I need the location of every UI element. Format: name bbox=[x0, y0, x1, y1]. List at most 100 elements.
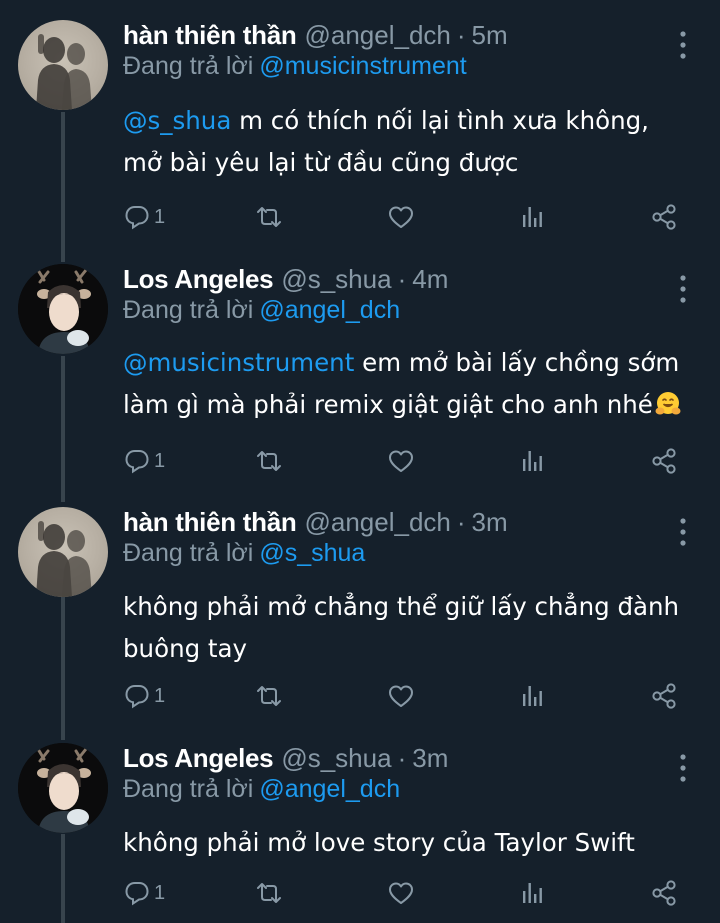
replying-to-label: Đang trả lời bbox=[123, 296, 254, 324]
tweet-text-line: không phải mở chẳng thể giữ lấy chẳng đà… bbox=[123, 592, 680, 621]
tweet-text-line: m có thích nối lại tình xưa không, bbox=[231, 106, 649, 135]
hugging-face-emoji-icon bbox=[655, 392, 681, 415]
tweet-text-line: mở bài yêu lại từ đầu cũng được bbox=[123, 148, 519, 177]
thread-line bbox=[61, 597, 65, 740]
action-bar: 1 bbox=[0, 676, 720, 716]
more-options-icon[interactable] bbox=[674, 274, 692, 304]
reply-button[interactable]: 1 bbox=[124, 676, 165, 716]
analytics-icon bbox=[523, 207, 542, 227]
retweet-button[interactable] bbox=[255, 676, 283, 716]
replying-to-link[interactable]: @musicinstrument bbox=[259, 52, 466, 80]
like-button[interactable] bbox=[387, 873, 415, 913]
tweet-text-line: làm gì mà phải remix giật giật cho anh n… bbox=[123, 390, 653, 419]
avatar[interactable] bbox=[18, 264, 108, 354]
share-button[interactable] bbox=[650, 676, 678, 716]
replying-to: Đang trả lời @musicinstrument bbox=[123, 52, 467, 81]
retweet-button[interactable] bbox=[255, 197, 283, 237]
display-name[interactable]: Los Angeles bbox=[123, 743, 274, 774]
timestamp[interactable]: 5m bbox=[472, 20, 508, 51]
tweet-text-line: em mở bài lấy chồng sớm bbox=[354, 348, 680, 377]
analytics-button[interactable] bbox=[519, 197, 545, 237]
replying-to-label: Đang trả lời bbox=[123, 539, 254, 567]
action-bar: 1 bbox=[0, 197, 720, 237]
avatar[interactable] bbox=[18, 743, 108, 833]
analytics-icon bbox=[523, 883, 542, 903]
reply-icon bbox=[125, 206, 149, 230]
separator: · bbox=[397, 743, 407, 773]
replying-to-link[interactable]: @angel_dch bbox=[259, 775, 400, 803]
replying-to-label: Đang trả lời bbox=[123, 775, 254, 803]
thread-line bbox=[61, 112, 65, 262]
tweet-text: @musicinstrument em mở bài lấy chồng sớm… bbox=[123, 342, 713, 426]
avatar[interactable] bbox=[18, 20, 108, 110]
timestamp[interactable]: 4m bbox=[412, 264, 448, 295]
display-name[interactable]: hàn thiên thần bbox=[123, 507, 297, 538]
heart-icon bbox=[389, 206, 413, 228]
reply-icon bbox=[125, 882, 149, 906]
mention-link[interactable]: @musicinstrument bbox=[123, 348, 354, 377]
like-button[interactable] bbox=[387, 441, 415, 481]
heart-icon bbox=[389, 450, 413, 472]
tweet-text-line: buông tay bbox=[123, 634, 248, 663]
person-with-deer-ears-avatar-icon bbox=[18, 743, 108, 833]
share-button[interactable] bbox=[650, 197, 678, 237]
action-bar: 1 bbox=[0, 873, 720, 913]
separator: · bbox=[456, 20, 466, 50]
avatar[interactable] bbox=[18, 507, 108, 597]
heart-icon bbox=[389, 685, 413, 707]
replying-to-label: Đang trả lời bbox=[123, 52, 254, 80]
replying-to-link[interactable]: @angel_dch bbox=[259, 296, 400, 324]
retweet-icon bbox=[257, 686, 281, 706]
more-options-icon[interactable] bbox=[674, 30, 692, 60]
analytics-button[interactable] bbox=[519, 873, 545, 913]
tweet-text: không phải mở love story của Taylor Swif… bbox=[123, 822, 703, 864]
reply-count: 1 bbox=[154, 684, 166, 707]
analytics-icon bbox=[523, 451, 542, 471]
mention-link[interactable]: @s_shua bbox=[123, 106, 231, 135]
share-button[interactable] bbox=[650, 441, 678, 481]
replying-to-link[interactable]: @s_shua bbox=[259, 539, 365, 567]
display-name[interactable]: Los Angeles bbox=[123, 264, 274, 295]
reply-button[interactable]: 1 bbox=[124, 197, 165, 237]
more-options-icon[interactable] bbox=[674, 517, 692, 547]
tweet-text: @s_shua m có thích nối lại tình xưa khôn… bbox=[123, 100, 703, 184]
like-button[interactable] bbox=[387, 676, 415, 716]
share-icon bbox=[652, 204, 676, 230]
share-icon bbox=[652, 880, 676, 906]
retweet-icon bbox=[257, 883, 281, 903]
analytics-icon bbox=[523, 686, 542, 706]
separator: · bbox=[456, 507, 466, 537]
timestamp[interactable]: 3m bbox=[472, 507, 508, 538]
retweet-button[interactable] bbox=[255, 441, 283, 481]
person-with-deer-ears-avatar-icon bbox=[18, 264, 108, 354]
retweet-button[interactable] bbox=[255, 873, 283, 913]
username[interactable]: @s_shua bbox=[281, 743, 391, 774]
reply-count: 1 bbox=[154, 881, 166, 904]
tweet-text-line: không phải mở love story của Taylor Swif… bbox=[123, 828, 635, 857]
replying-to: Đang trả lời @angel_dch bbox=[123, 775, 400, 804]
action-bar: 1 bbox=[0, 441, 720, 481]
username[interactable]: @angel_dch bbox=[304, 20, 450, 51]
username[interactable]: @s_shua bbox=[281, 264, 391, 295]
retweet-icon bbox=[257, 207, 281, 227]
tweet-text: không phải mở chẳng thể giữ lấy chẳng đà… bbox=[123, 586, 703, 670]
analytics-button[interactable] bbox=[519, 441, 545, 481]
shadow-photo-avatar-icon bbox=[36, 521, 92, 597]
like-button[interactable] bbox=[387, 197, 415, 237]
replying-to: Đang trả lời @angel_dch bbox=[123, 296, 400, 325]
shadow-photo-avatar-icon bbox=[36, 34, 92, 110]
reply-icon bbox=[125, 450, 149, 474]
separator: · bbox=[397, 264, 407, 294]
more-options-icon[interactable] bbox=[674, 753, 692, 783]
share-icon bbox=[652, 683, 676, 709]
reply-button[interactable]: 1 bbox=[124, 441, 165, 481]
reply-count: 1 bbox=[154, 205, 166, 228]
share-icon bbox=[652, 448, 676, 474]
display-name[interactable]: hàn thiên thần bbox=[123, 20, 297, 51]
timestamp[interactable]: 3m bbox=[412, 743, 448, 774]
username[interactable]: @angel_dch bbox=[304, 507, 450, 538]
analytics-button[interactable] bbox=[519, 676, 545, 716]
heart-icon bbox=[389, 882, 413, 904]
share-button[interactable] bbox=[650, 873, 678, 913]
reply-button[interactable]: 1 bbox=[124, 873, 165, 913]
